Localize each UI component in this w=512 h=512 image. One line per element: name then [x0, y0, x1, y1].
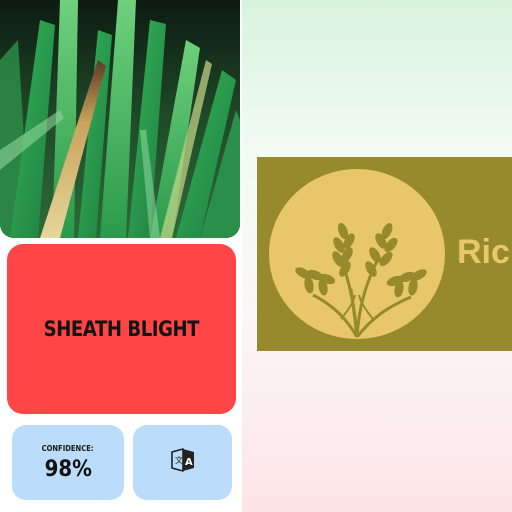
brand-name: Ric — [457, 233, 510, 271]
svg-text:A: A — [185, 457, 193, 468]
confidence-label: CONFIDENCE: — [42, 443, 94, 453]
confidence-value: 98% — [44, 456, 92, 482]
rice-leaf-photo — [0, 0, 240, 238]
brand-banner: Ric — [257, 157, 512, 351]
disease-name: SHEATH BLIGHT — [43, 317, 200, 341]
svg-text:文: 文 — [175, 455, 183, 465]
translate-icon: 文 A — [169, 446, 197, 479]
diagnosis-card: SHEATH BLIGHT — [7, 244, 236, 414]
rice-plant-icon — [269, 169, 445, 339]
result-panel: SHEATH BLIGHT CONFIDENCE: 98% 文 A — [0, 0, 242, 512]
confidence-card: CONFIDENCE: 98% — [12, 425, 124, 500]
translate-button[interactable]: 文 A — [133, 425, 232, 500]
